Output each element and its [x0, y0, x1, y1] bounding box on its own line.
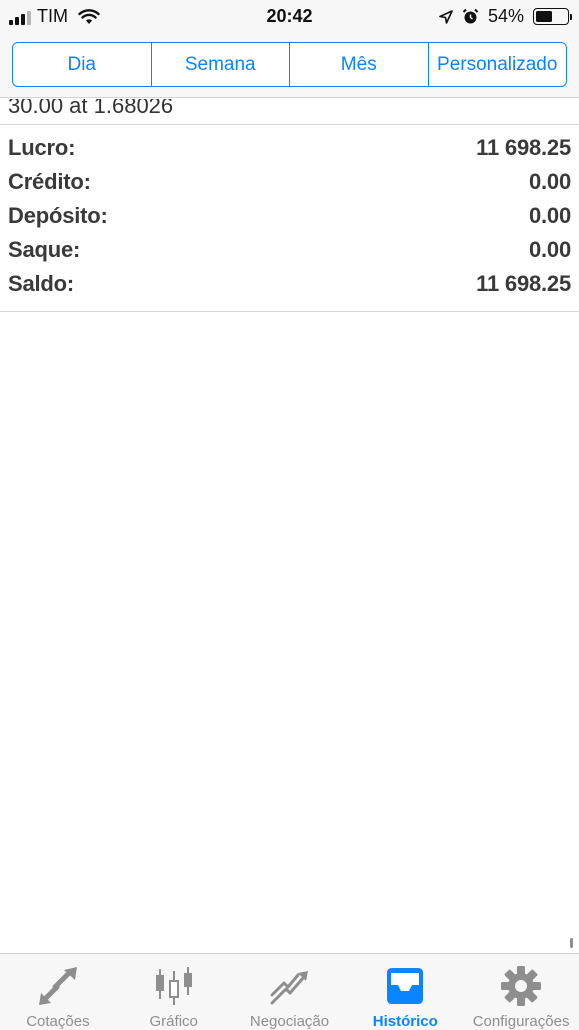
summary-row-credit: Crédito: 0.00 [8, 165, 571, 199]
summary-label: Lucro: [8, 135, 76, 160]
segment-custom[interactable]: Personalizado [427, 43, 567, 86]
summary-value: 11 698.25 [476, 271, 571, 296]
tab-label: Configurações [472, 1013, 570, 1030]
tab-bar: Cotações Gráfico Negociação Histórico Co… [0, 953, 579, 1030]
inbox-tray-icon [382, 964, 428, 1007]
segment-day[interactable]: Dia [13, 43, 151, 86]
tab-settings[interactable]: Configurações [463, 954, 579, 1030]
tab-quotes[interactable]: Cotações [0, 954, 116, 1030]
battery-percent: 54% [487, 6, 524, 26]
summary-row-withdrawal: Saque: 0.00 [8, 233, 571, 267]
history-content[interactable]: 30.00 at 1.68026 Lucro: 11 698.25 Crédit… [0, 99, 579, 312]
battery-icon [533, 8, 572, 25]
summary-row-profit: Lucro: 11 698.25 [8, 131, 571, 165]
summary-label: Depósito: [8, 203, 108, 228]
segment-week[interactable]: Semana [150, 43, 290, 86]
summary-value: 0.00 [528, 169, 571, 194]
segment-month[interactable]: Mês [289, 43, 428, 86]
summary-row-deposit: Depósito: 0.00 [8, 199, 571, 233]
candlestick-chart-icon [151, 964, 197, 1007]
tab-chart[interactable]: Gráfico [116, 954, 232, 1030]
alarm-clock-icon [462, 8, 479, 24]
deal-row-partial[interactable]: 30.00 at 1.68026 [0, 99, 579, 125]
summary-label: Crédito: [8, 169, 91, 194]
period-segmented-control: Dia Semana Mês Personalizado [12, 42, 567, 87]
trade-chart-icon [266, 964, 312, 1007]
tab-label: Histórico [372, 1013, 438, 1030]
tab-trade[interactable]: Negociação [232, 954, 348, 1030]
gear-icon [498, 964, 544, 1007]
summary-value: 11 698.25 [476, 135, 571, 160]
scroll-indicator[interactable] [570, 938, 573, 948]
tab-label: Gráfico [149, 1013, 198, 1030]
summary-label: Saldo: [8, 271, 75, 296]
summary-value: 0.00 [528, 237, 571, 262]
account-summary: Lucro: 11 698.25 Crédito: 0.00 Depósito:… [0, 125, 579, 312]
tab-history[interactable]: Histórico [347, 954, 463, 1030]
tab-label: Cotações [26, 1013, 90, 1030]
status-right: 54% [439, 6, 572, 27]
summary-row-balance: Saldo: 11 698.25 [8, 267, 571, 301]
summary-label: Saque: [8, 237, 81, 262]
tab-label: Negociação [249, 1013, 330, 1030]
location-arrow-icon [439, 9, 453, 24]
status-bar: TIM 20:42 54% [0, 0, 579, 34]
quotes-arrows-icon [35, 964, 81, 1007]
summary-value: 0.00 [528, 203, 571, 228]
period-selector-bar: Dia Semana Mês Personalizado [0, 34, 579, 98]
battery-level [536, 11, 553, 22]
